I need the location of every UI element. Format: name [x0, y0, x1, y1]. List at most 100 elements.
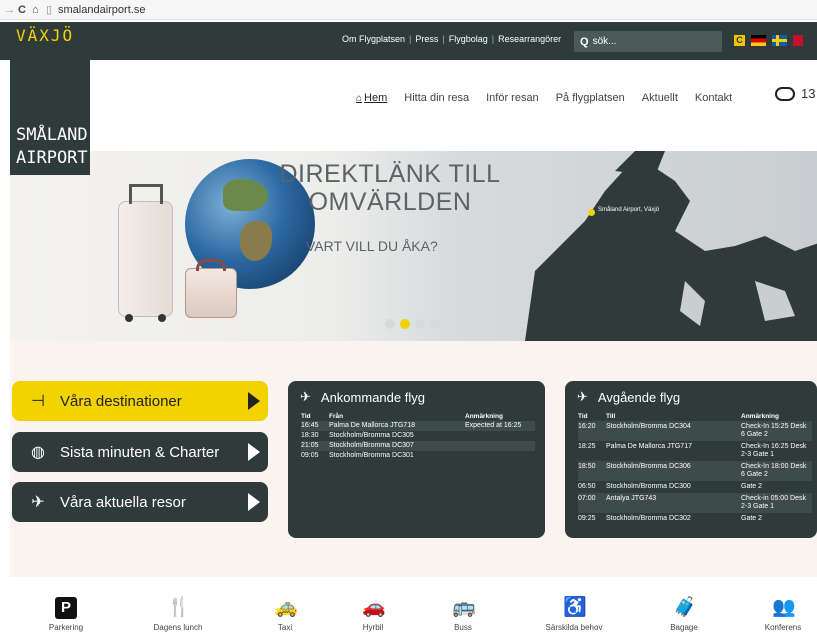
arrivals-title: ✈ Ankommande flyg: [300, 389, 425, 405]
amenity-label: Parkering: [48, 623, 84, 632]
nav-item-hitta-din-resa[interactable]: Hitta din resa: [404, 92, 469, 104]
amenity-taxi[interactable]: 🚕 Taxi: [270, 597, 300, 632]
column-header: Till: [606, 413, 616, 420]
link-researrangorer[interactable]: Researrangörer: [498, 34, 561, 44]
uk-flag-icon[interactable]: [793, 35, 803, 46]
cell-time: 18:30: [301, 432, 319, 439]
amenity-conference[interactable]: 👥 Konferens: [758, 597, 808, 632]
hero-title-line2: OMVÄRLDEN: [308, 188, 472, 216]
cell-remark: [465, 441, 535, 451]
cloud-icon: [775, 86, 795, 101]
link-om-flygplatsen[interactable]: Om Flygplatsen: [342, 34, 405, 44]
amenity-lunch[interactable]: 🍴 Dagens lunch: [143, 597, 213, 632]
location-pin-icon: [588, 209, 595, 216]
amenity-label: Särskilda behov: [545, 623, 603, 632]
table-row: 16:20 Stockholm/Bromma DC304 Check-In 15…: [578, 421, 812, 441]
cell-time: 18:50: [578, 461, 606, 481]
swedish-flag-icon[interactable]: [772, 35, 787, 46]
cell-flight: Antalya JTG743: [606, 493, 741, 513]
taxi-icon: 🚕: [274, 597, 298, 618]
cell-remark: Gate 2: [741, 483, 763, 490]
url-bar[interactable]: smalandairport.se: [58, 4, 145, 16]
cell-flight: Stockholm/Bromma DC302: [606, 515, 691, 522]
current-trips-label: Våra aktuella resor: [60, 493, 186, 511]
search-input[interactable]: Q sök...: [574, 31, 722, 52]
departures-panel: ✈ Avgående flyg Tid Till Anmärkning 16:2…: [565, 381, 817, 538]
table-row: 18:30 Stockholm/Bromma DC305: [301, 431, 535, 441]
amenity-special-needs[interactable]: ♿ Särskilda behov: [536, 597, 612, 632]
cell-flight: Stockholm/Bromma DC304: [606, 421, 741, 441]
cell-time: 09:25: [578, 515, 596, 522]
last-minute-button[interactable]: ◍ Sista minuten & Charter: [12, 432, 268, 472]
cell-remark: [465, 431, 535, 441]
table-row: 18:25 Palma De Mallorca JTG717 Check-In …: [578, 441, 812, 461]
globe-icon: ◍: [31, 444, 45, 461]
table-row: 21:05 Stockholm/Bromma DC307: [301, 441, 535, 451]
home-icon[interactable]: ⌂: [32, 4, 46, 16]
german-flag-icon[interactable]: [751, 35, 766, 46]
carousel-dot[interactable]: [385, 319, 395, 329]
carousel-dot[interactable]: [430, 319, 440, 329]
nav-item-infor-resan[interactable]: Inför resan: [486, 92, 539, 104]
amenity-bus[interactable]: 🚌 Buss: [448, 597, 478, 632]
hero-subtitle: VART VILL DU ÅKA?: [306, 238, 438, 254]
carousel-dot[interactable]: [415, 319, 425, 329]
nav-item-pa-flygplatsen[interactable]: På flygplatsen: [556, 92, 625, 104]
nav-item-label: Hem: [364, 92, 388, 104]
cell-remark: Expected at 16:25: [465, 421, 535, 431]
table-row: 06:50 Stockholm/Bromma DC300 Gate 2: [578, 481, 812, 493]
table-row: 07:00 Antalya JTG743 Check-in 05:00 Desk…: [578, 493, 812, 513]
language-flags: C: [734, 35, 803, 46]
current-trips-button[interactable]: ✈ Våra aktuella resor: [12, 482, 268, 522]
plane-icon: ✈: [31, 494, 45, 511]
table-row: 09:25 Stockholm/Bromma DC302 Gate 2: [578, 513, 812, 525]
fork-knife-icon: 🍴: [167, 597, 191, 618]
reload-icon[interactable]: C: [18, 4, 32, 16]
cell-flight: Stockholm/Bromma DC306: [606, 461, 741, 481]
top-bar: Om Flygplatsen | Press | Flygbolag | Res…: [0, 22, 817, 60]
amenity-parking[interactable]: P Parkering: [40, 597, 92, 632]
cell-flight: Stockholm/Bromma DC300: [606, 483, 691, 490]
weather-widget: 13: [775, 86, 815, 101]
destinations-button[interactable]: ⊣ Våra destinationer: [12, 381, 268, 421]
europe-map: [525, 151, 817, 341]
nav-item-aktuellt[interactable]: Aktuellt: [642, 92, 678, 104]
amenity-label: Hyrbil: [362, 623, 384, 632]
link-flygbolag[interactable]: Flygbolag: [449, 34, 488, 44]
nav-item-kontakt[interactable]: Kontakt: [695, 92, 732, 104]
cell-remark: Check-In 16:25 Desk 2-3 Gate 1: [741, 443, 807, 458]
pin-label: Småland Airport, Växjö: [598, 207, 660, 213]
cell-remark: [465, 451, 535, 461]
weather-temp: 13: [801, 86, 816, 101]
signpost-icon: ⊣: [31, 393, 45, 410]
amenities-bar: P Parkering 🍴 Dagens lunch 🚕 Taxi 🚗 Hyrb…: [10, 577, 817, 639]
carousel-dot-active[interactable]: [400, 319, 410, 329]
conference-icon: 👥: [772, 597, 796, 618]
hero-banner[interactable]: DIREKTLÄNK TILL OMVÄRLDEN VART VILL DU Å…: [10, 151, 817, 341]
house-icon: ⌂: [356, 93, 363, 104]
link-press[interactable]: Press: [415, 34, 438, 44]
logo-line2: AIRPORT: [16, 148, 88, 168]
destinations-label: Våra destinationer: [60, 392, 182, 410]
amenity-label: Buss: [454, 623, 472, 632]
nav-item-hem[interactable]: ⌂ Hem: [356, 92, 387, 104]
car-icon: 🚗: [362, 597, 386, 618]
logo[interactable]: VÄXJÖ SMÅLAND AIRPORT: [10, 22, 90, 175]
cell-flight: Stockholm/Bromma DC307: [329, 441, 465, 451]
language-flag-c[interactable]: C: [734, 35, 745, 46]
arrow-right-icon: [248, 493, 260, 511]
forward-icon[interactable]: →: [4, 4, 18, 16]
column-header: Tid: [578, 413, 588, 420]
column-header: Anmärkning: [465, 413, 503, 420]
table-row: 16:45 Palma De Mallorca JTG718 Expected …: [301, 421, 535, 431]
amenity-label: Konferens: [764, 623, 802, 632]
departures-title-text: Avgående flyg: [597, 389, 681, 405]
amenity-rental-car[interactable]: 🚗 Hyrbil: [355, 597, 391, 632]
amenity-baggage[interactable]: 🧳 Bagage: [664, 597, 704, 632]
search-icon: Q: [580, 35, 589, 48]
cell-remark: Check-In 18:00 Desk 6 Gate 2: [741, 461, 812, 481]
page-icon: ▯: [46, 4, 53, 16]
cell-remark: Check-In 15:25 Desk 6 Gate 2: [741, 421, 812, 441]
arrivals-title-text: Ankommande flyg: [320, 389, 425, 405]
cell-time: 16:45: [301, 421, 329, 431]
